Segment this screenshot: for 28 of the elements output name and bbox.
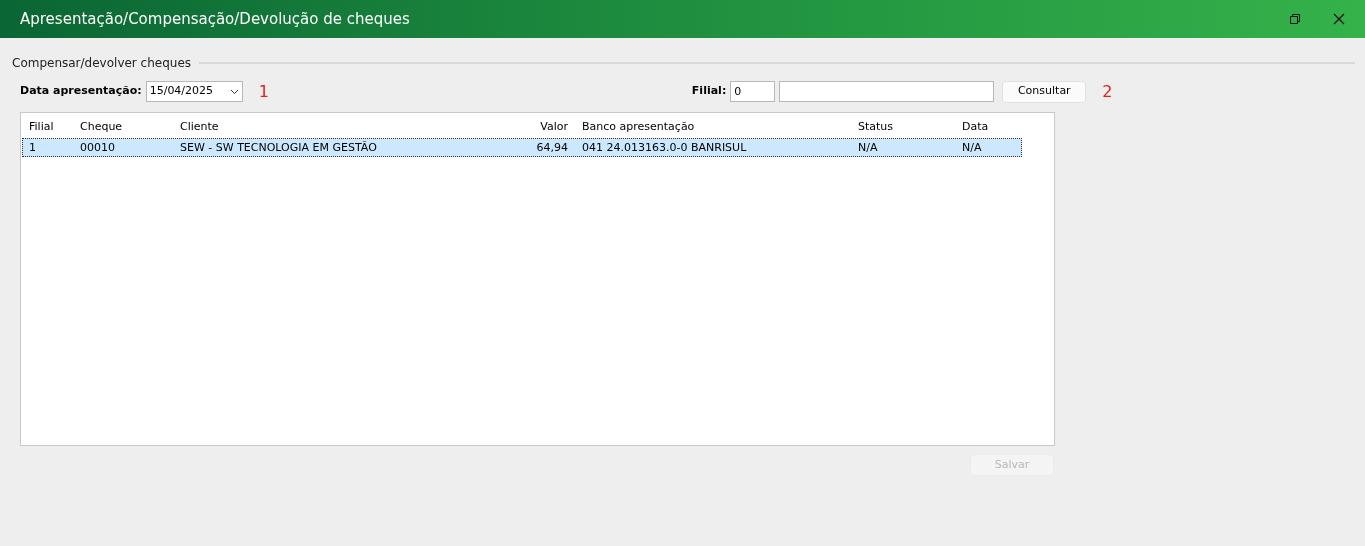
date-picker[interactable]: 15/04/2025 xyxy=(145,81,243,102)
table-cell: 041 24.013163.0-0 BANRISUL xyxy=(575,138,851,157)
chevron-down-icon xyxy=(229,88,239,95)
column-header[interactable]: Banco apresentação xyxy=(575,113,851,138)
filial-field[interactable]: 0 xyxy=(730,81,776,102)
filial-name-field[interactable] xyxy=(779,81,995,102)
filial-label: Filial: xyxy=(691,83,727,100)
table-row[interactable]: 1 00010 SEW - SW TECNOLOGIA EM GESTÃO 64,94 041 24.013163.0-0 BANRISUL N/A N/A xyxy=(22,138,1022,157)
date-label: Data apresentação: xyxy=(20,83,142,100)
annotation-number: 2 xyxy=(1102,83,1113,100)
table-cell: 00010 xyxy=(73,138,173,157)
table-cell: 64,94 xyxy=(487,138,575,157)
table-cell: N/A xyxy=(851,138,955,157)
column-header[interactable]: Valor xyxy=(487,113,575,138)
annotation-number: 1 xyxy=(258,83,269,100)
table-cell: N/A xyxy=(955,138,1022,157)
close-icon xyxy=(1333,13,1345,25)
table-cell: SEW - SW TECNOLOGIA EM GESTÃO xyxy=(173,138,487,157)
restore-icon xyxy=(1289,13,1301,25)
group-title: Compensar/devolver cheques xyxy=(12,55,192,72)
table-cell: 1 xyxy=(22,138,73,157)
window-title: Apresentação/Compensação/Devolução de cheques xyxy=(20,8,411,30)
consult-button[interactable]: Consultar xyxy=(1002,80,1087,103)
column-header[interactable]: Cliente xyxy=(173,113,487,138)
column-header[interactable]: Data xyxy=(955,113,1022,138)
column-header[interactable]: Filial xyxy=(22,113,73,138)
column-header[interactable]: Status xyxy=(851,113,955,138)
column-header[interactable]: Cheque xyxy=(73,113,173,138)
